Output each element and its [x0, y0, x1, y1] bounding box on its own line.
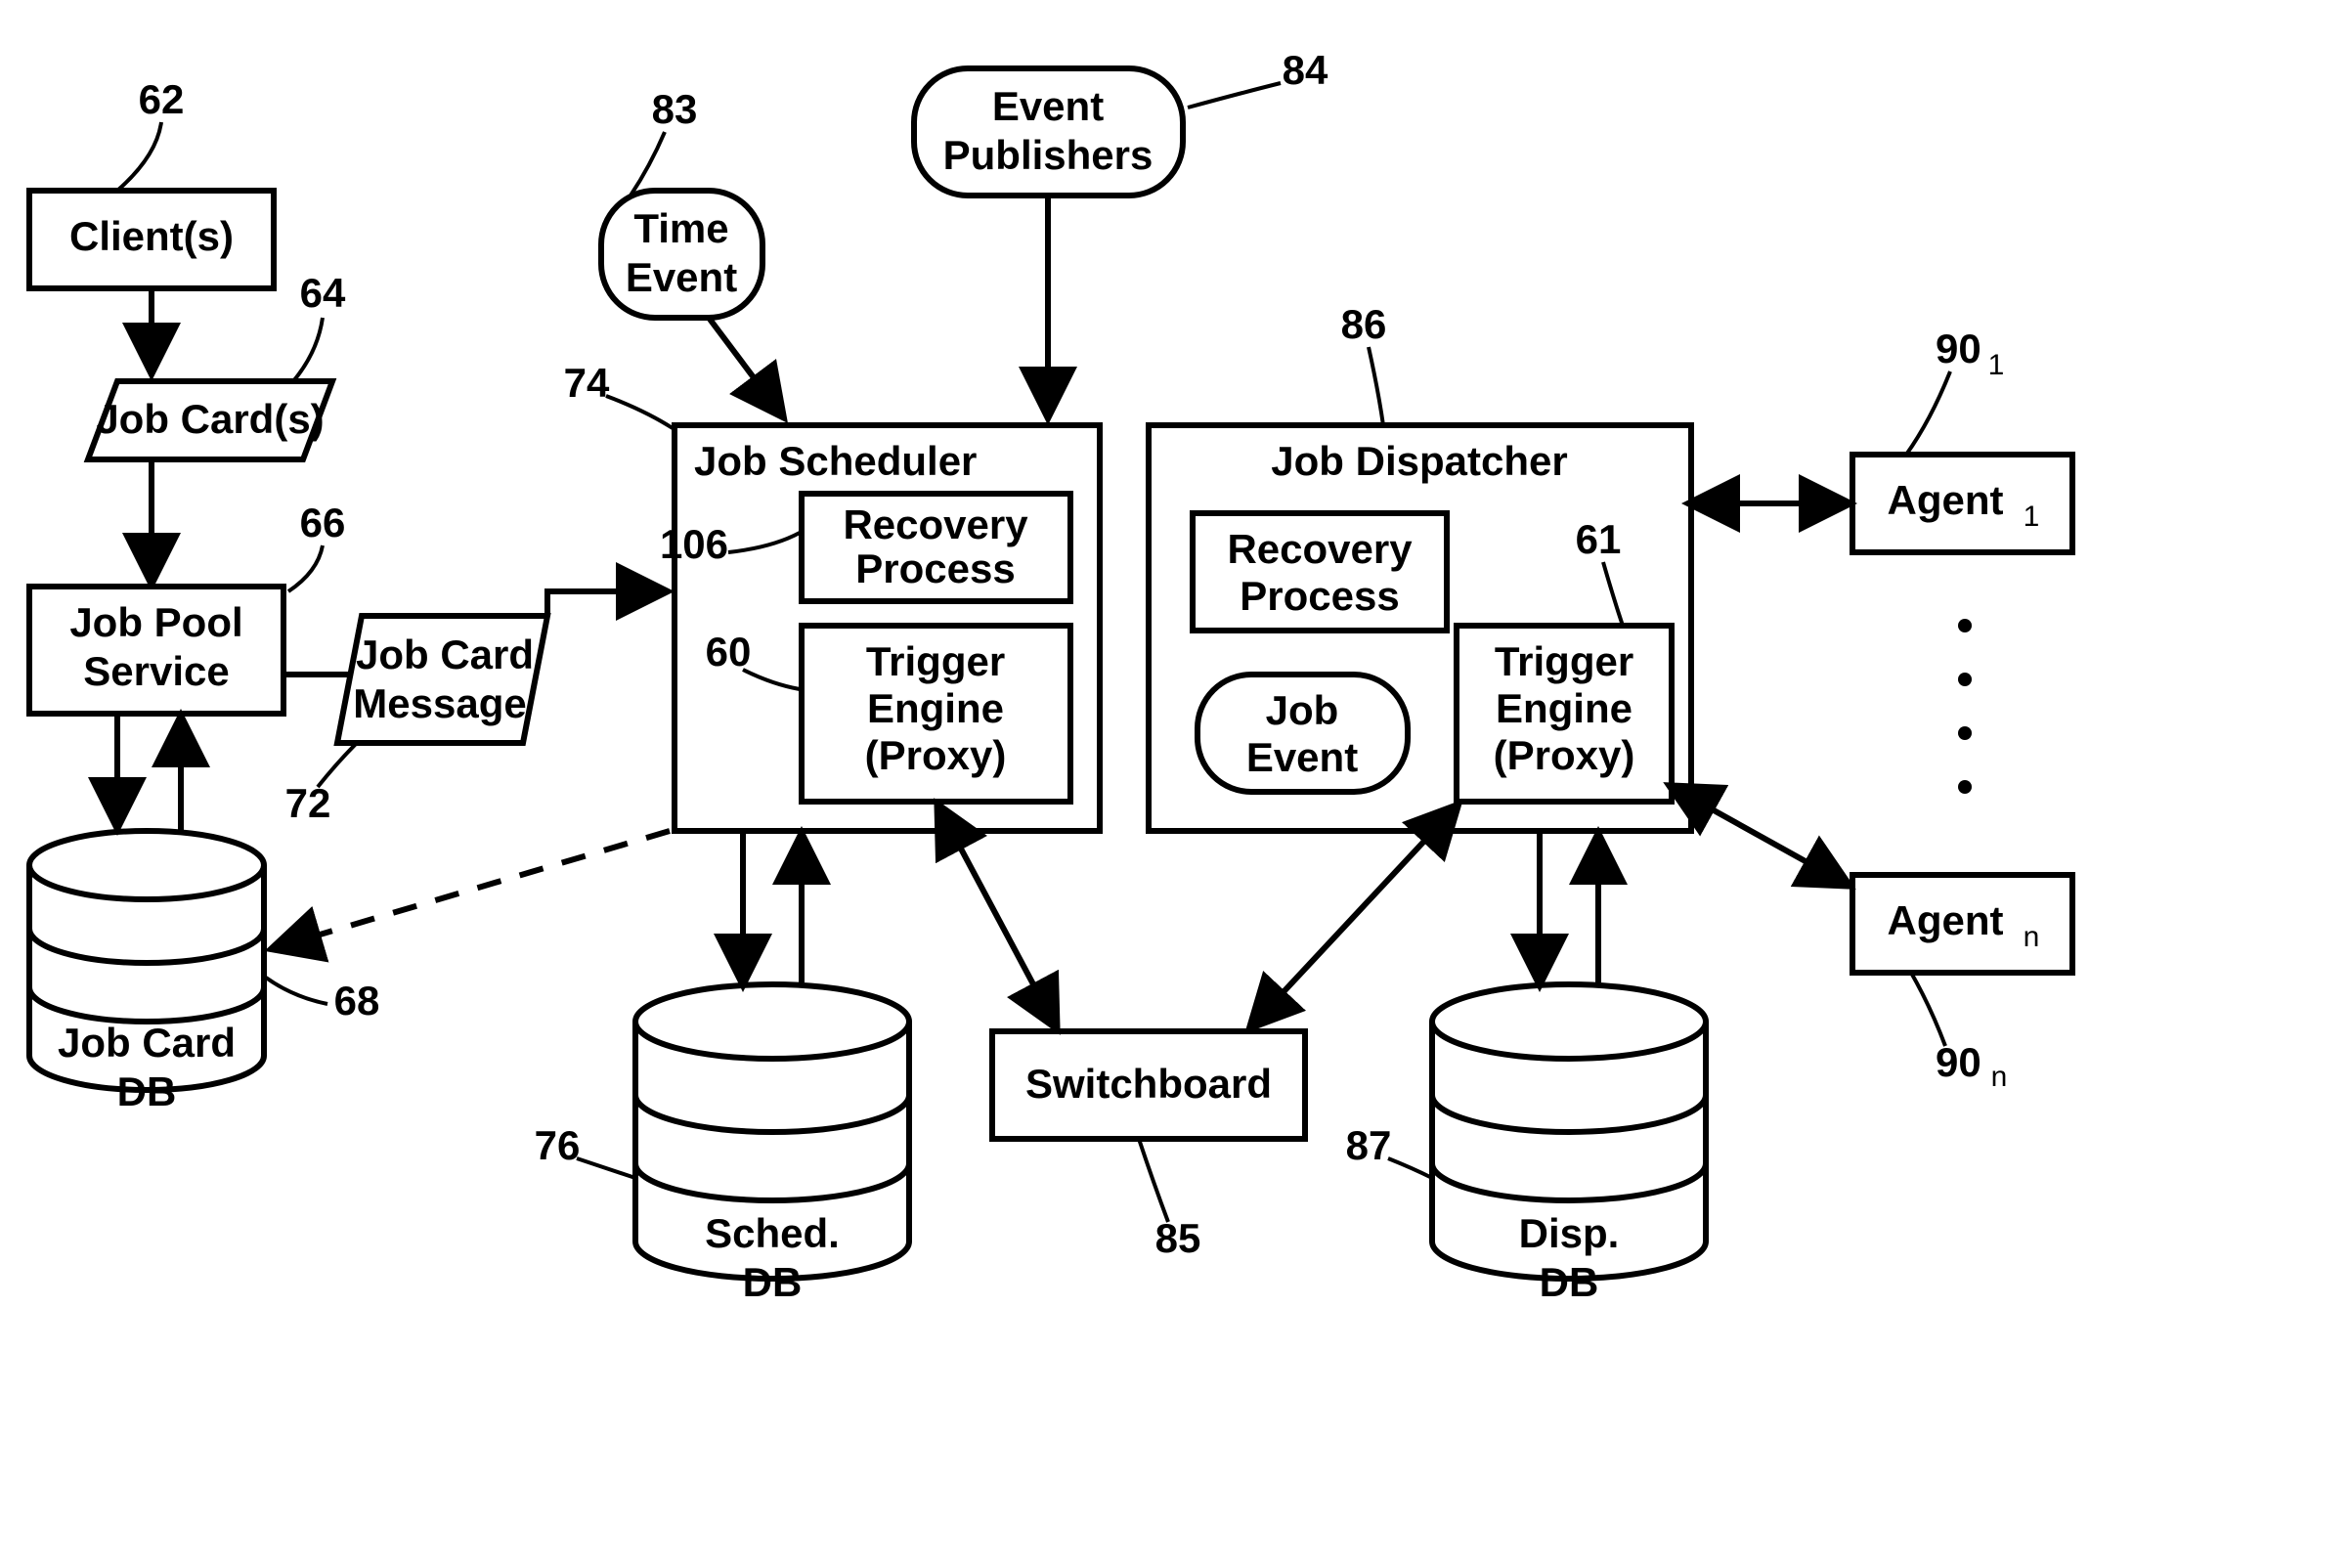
jobcardmsg-label1: Job Card: [356, 632, 534, 677]
ref-84: 84: [1283, 47, 1328, 93]
jobcardmsg-label2: Message: [353, 680, 526, 726]
trigger-sched-label3: (Proxy): [865, 732, 1007, 778]
jobcarddb-r1: [29, 929, 264, 963]
ref-90-1: 90: [1936, 326, 1981, 371]
agentn-label: Agent: [1888, 897, 2004, 943]
dispdb-label1: Disp.: [1519, 1210, 1620, 1256]
jobpool-label2: Service: [83, 648, 229, 694]
recovery-disp-label1: Recovery: [1227, 526, 1413, 572]
lead-72: [318, 743, 357, 787]
scheddb-label1: Sched.: [705, 1210, 840, 1256]
scheddb-label2: DB: [743, 1259, 803, 1305]
arrow-schedtrig-switch: [938, 806, 1056, 1026]
ref-72: 72: [285, 780, 331, 826]
arrow-msg-sched: [547, 591, 665, 616]
jobcards-label: Job Card(s): [96, 396, 324, 442]
trigger-disp-label2: Engine: [1496, 685, 1633, 731]
lead-901: [1906, 371, 1950, 455]
agentn-sub: n: [2024, 921, 2040, 953]
jobcarddb-label1: Job Card: [58, 1020, 236, 1066]
ref-64: 64: [300, 270, 346, 316]
ref-83: 83: [652, 86, 698, 132]
dispdb-r1: [1432, 1095, 1706, 1132]
scheddb-r1: [635, 1095, 909, 1132]
lead-83: [631, 132, 665, 196]
ref-76: 76: [535, 1122, 581, 1168]
ref-61: 61: [1576, 516, 1622, 562]
lead-62: [117, 122, 161, 191]
dispdb-r2: [1432, 1163, 1706, 1200]
lead-87: [1388, 1158, 1432, 1178]
jobevent-label2: Event: [1246, 734, 1358, 780]
jobcarddb-r2: [29, 987, 264, 1022]
ref-90-n: 90: [1936, 1039, 1981, 1085]
arrow-disptrig-switch: [1251, 806, 1457, 1026]
arrow-disp-agentn: [1672, 787, 1848, 885]
timeevent-label1: Time: [633, 205, 728, 251]
jobdispatcher-label: Job Dispatcher: [1271, 438, 1567, 484]
ref-62: 62: [139, 76, 185, 122]
jobscheduler-label: Job Scheduler: [694, 438, 977, 484]
lead-64: [293, 318, 323, 381]
agent1-sub: 1: [2024, 501, 2040, 533]
arrow-sched-db-dash: [274, 831, 670, 948]
eventpub-label1: Event: [992, 83, 1104, 129]
ref-85: 85: [1155, 1215, 1201, 1261]
agent-dot2: [1958, 673, 1972, 686]
jobpool-label1: Job Pool: [69, 599, 242, 645]
lead-86: [1369, 347, 1383, 425]
agent-dot3: [1958, 726, 1972, 740]
arrow-time-sched: [709, 318, 782, 415]
trigger-disp-label1: Trigger: [1495, 638, 1633, 684]
agent1-label: Agent: [1888, 477, 2004, 523]
lead-66: [288, 545, 323, 591]
recovery-disp-label2: Process: [1240, 573, 1399, 619]
ref-90-ns: n: [1991, 1061, 2008, 1093]
trigger-sched-label2: Engine: [867, 685, 1004, 731]
lead-76: [577, 1158, 635, 1178]
trigger-sched-label1: Trigger: [866, 638, 1005, 684]
eventpub-label2: Publishers: [943, 132, 1154, 178]
timeevent-label2: Event: [626, 254, 737, 300]
dispdb-top: [1432, 984, 1706, 1059]
ref-66: 66: [300, 500, 346, 545]
ref-60: 60: [706, 629, 752, 675]
lead-85: [1139, 1139, 1168, 1222]
ref-90-1s: 1: [1988, 349, 2005, 381]
lead-68: [266, 978, 327, 1004]
lead-90n: [1911, 973, 1945, 1046]
jobevent-label1: Job: [1266, 687, 1339, 733]
recovery-sched-label1: Recovery: [843, 501, 1028, 547]
scheddb-r2: [635, 1163, 909, 1200]
lead-74: [606, 396, 673, 428]
ref-87: 87: [1346, 1122, 1392, 1168]
ref-86: 86: [1341, 301, 1387, 347]
dispdb-label2: DB: [1540, 1259, 1599, 1305]
recovery-sched-label2: Process: [855, 545, 1015, 591]
scheddb-top: [635, 984, 909, 1059]
ref-68: 68: [334, 978, 380, 1024]
jobcarddb-top: [29, 831, 264, 899]
lead-84: [1188, 83, 1281, 108]
agent-dot4: [1958, 780, 1972, 794]
clients-label: Client(s): [69, 213, 234, 259]
trigger-disp-label3: (Proxy): [1494, 732, 1635, 778]
ref-106: 106: [660, 521, 728, 567]
jobcarddb-label2: DB: [117, 1068, 177, 1114]
agent-dot1: [1958, 619, 1972, 632]
ref-74: 74: [564, 360, 610, 406]
architecture-diagram: Client(s) 62 Job Card(s) 64 Job Pool Ser…: [0, 0, 2351, 1568]
switchboard-label: Switchboard: [1025, 1061, 1272, 1107]
